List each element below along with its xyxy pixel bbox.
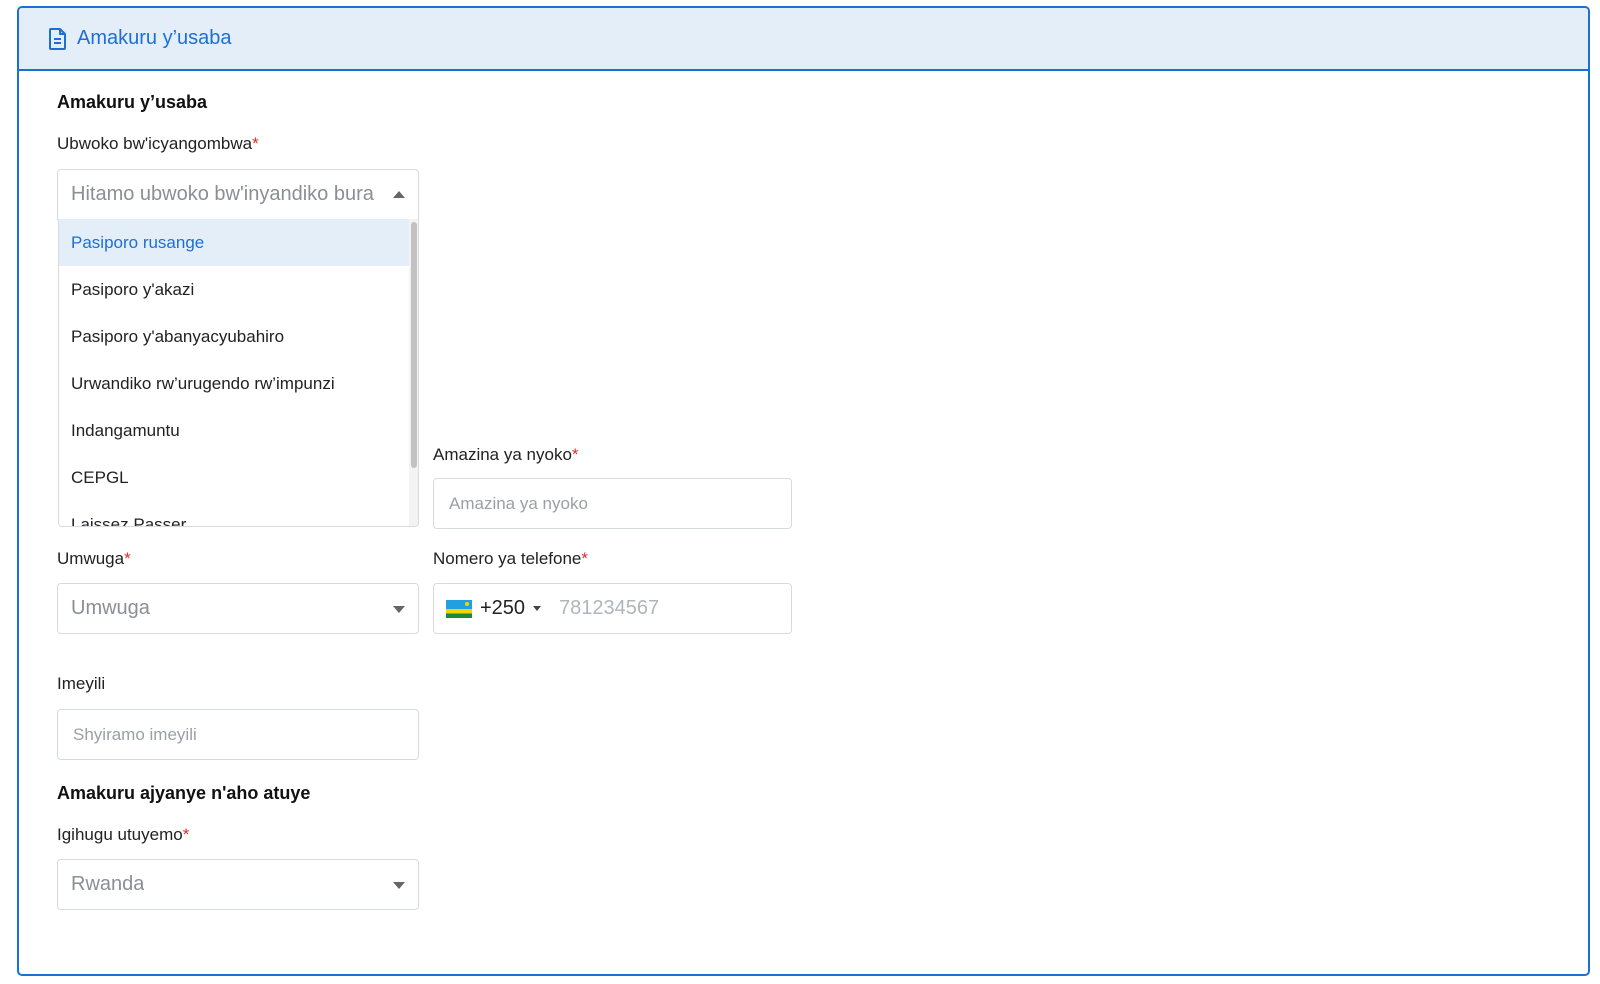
- dropdown-option[interactable]: Pasiporo y'abanyacyubahiro: [59, 313, 411, 360]
- occupation-label-text: Umwuga: [57, 549, 125, 568]
- email-input[interactable]: Shyiramo imeyili: [57, 709, 419, 760]
- dropdown-option[interactable]: Indangamuntu: [59, 407, 411, 454]
- chevron-down-icon: [393, 882, 405, 889]
- document-type-label-text: Ubwoko bw'icyangombwa: [57, 134, 253, 153]
- required-mark: *: [581, 549, 588, 568]
- required-mark: *: [571, 445, 579, 464]
- occupation-value: Umwuga: [71, 597, 150, 619]
- rwanda-flag-icon[interactable]: [446, 599, 472, 618]
- card-title: Amakuru y’usaba: [77, 27, 232, 49]
- required-mark: *: [252, 134, 259, 153]
- phone-label-text: Nomero ya telefone: [433, 549, 582, 568]
- phone-input[interactable]: +250 781234567: [433, 583, 792, 634]
- phone-label: Nomero ya telefone*: [433, 549, 588, 569]
- mother-name-label-text: Amazina ya nyoko: [433, 445, 572, 464]
- dropdown-option[interactable]: Pasiporo rusange: [59, 219, 411, 266]
- card-header: Amakuru y’usaba: [19, 8, 1588, 71]
- phone-placeholder: 781234567: [559, 597, 660, 619]
- section-title-residence: Amakuru ajyanye n'aho atuye: [57, 783, 311, 803]
- country-label-text: Igihugu utuyemo: [57, 825, 183, 844]
- required-mark: *: [124, 549, 131, 568]
- document-icon: [49, 27, 66, 50]
- dropdown-scrollbar[interactable]: [411, 222, 417, 468]
- document-type-label: Ubwoko bw'icyangombwa*: [57, 134, 259, 154]
- country-value: Rwanda: [71, 873, 145, 895]
- email-placeholder: Shyiramo imeyili: [73, 724, 197, 744]
- phone-country-code[interactable]: +250: [480, 597, 525, 620]
- caret-down-icon[interactable]: [533, 606, 542, 611]
- dropdown-option[interactable]: CEPGL: [59, 454, 411, 501]
- document-type-dropdown: Pasiporo rusange Pasiporo y'akazi Pasipo…: [58, 219, 419, 527]
- occupation-label: Umwuga*: [57, 549, 131, 569]
- mother-name-input[interactable]: Amazina ya nyoko: [433, 478, 792, 529]
- email-label: Imeyili: [57, 674, 106, 693]
- country-select[interactable]: Rwanda: [57, 859, 419, 910]
- required-mark: *: [182, 825, 190, 844]
- mother-name-placeholder: Amazina ya nyoko: [449, 493, 588, 513]
- mother-name-label: Amazina ya nyoko*: [433, 445, 579, 465]
- country-label: Igihugu utuyemo*: [57, 825, 189, 845]
- section-title-applicant: Amakuru y’usaba: [57, 92, 208, 112]
- dropdown-option[interactable]: Pasiporo y'akazi: [59, 266, 411, 313]
- chevron-up-icon: [393, 191, 405, 198]
- dropdown-option[interactable]: Urwandiko rw’urugendo rw’impunzi: [59, 360, 411, 407]
- document-type-select[interactable]: Hitamo ubwoko bw'inyandiko bura: [57, 169, 419, 220]
- document-type-placeholder: Hitamo ubwoko bw'inyandiko bura: [71, 183, 374, 205]
- dropdown-option[interactable]: Laissez Passer: [59, 501, 411, 527]
- occupation-select[interactable]: Umwuga: [57, 583, 419, 634]
- chevron-down-icon: [393, 606, 405, 613]
